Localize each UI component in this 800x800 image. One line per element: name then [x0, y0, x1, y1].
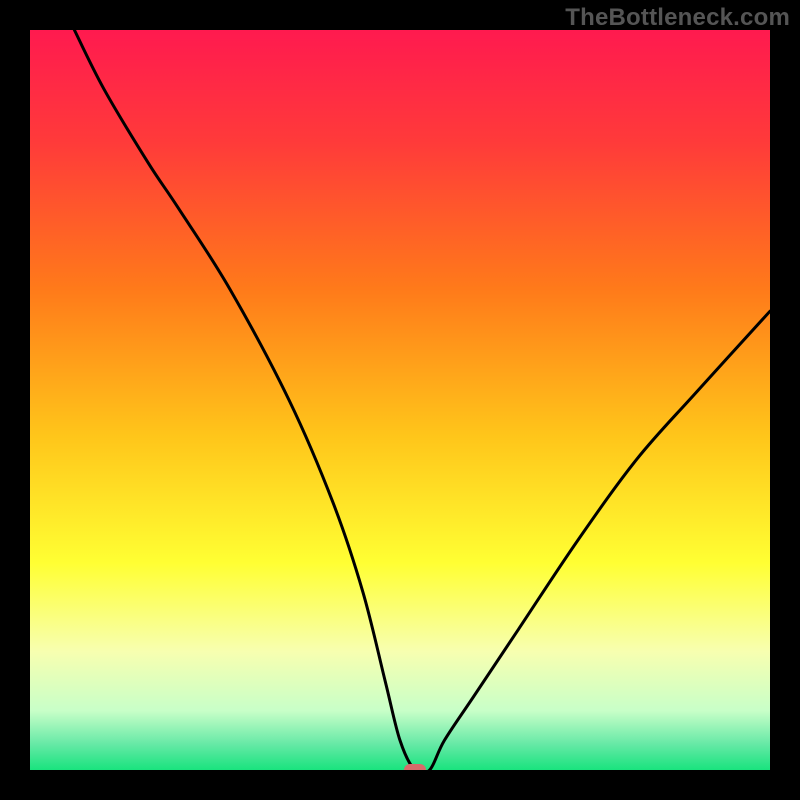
- gradient-background: [30, 30, 770, 770]
- chart-frame: TheBottleneck.com: [0, 0, 800, 800]
- chart-svg: [30, 30, 770, 770]
- watermark-text: TheBottleneck.com: [565, 4, 790, 32]
- plot-area: [30, 30, 770, 770]
- minimum-marker: [404, 764, 426, 770]
